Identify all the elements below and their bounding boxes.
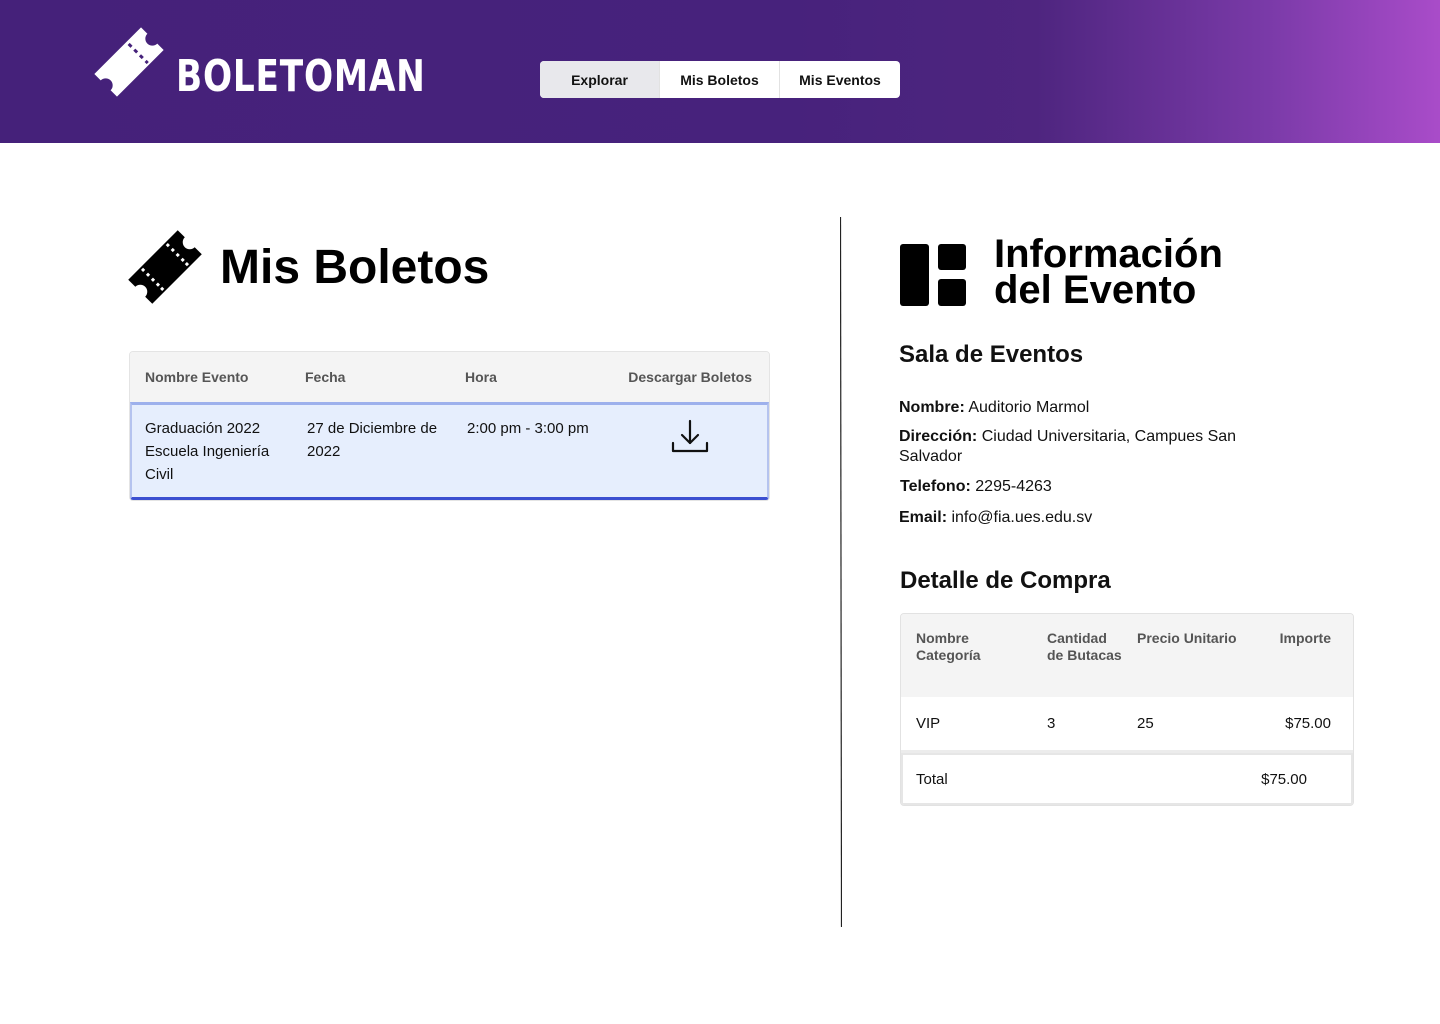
venue-heading: Sala de Eventos <box>899 341 1084 368</box>
event-info-title: Información del Evento <box>994 232 1223 312</box>
quantity-cell: 3 <box>1047 715 1056 732</box>
column-header: Importe <box>1279 630 1331 646</box>
ticket-icon <box>94 27 164 97</box>
download-cell <box>592 405 767 497</box>
column-header: Nombre Categoría <box>916 630 981 663</box>
total-label: Total <box>916 770 948 788</box>
event-info-title-line1: Información <box>994 232 1223 276</box>
table-row: VIP 3 25 $75.00 <box>901 697 1353 753</box>
dashboard-icon <box>900 244 966 306</box>
column-header: Descargar Boletos <box>628 369 752 385</box>
time-cell: 2:00 pm - 3:00 pm <box>467 420 589 437</box>
event-name-cell: Graduación 2022 Escuela Ingeniería Civil <box>145 420 270 483</box>
table-header: Nombre Evento Fecha Hora Descargar Bolet… <box>130 352 769 402</box>
total-row: Total $75.00 <box>901 753 1353 805</box>
column-header: Hora <box>465 369 497 385</box>
venue-email-label: Email: <box>899 509 948 526</box>
table-header: Nombre Categoría Cantidad de Butacas Pre… <box>901 614 1353 697</box>
venue-address: Dirección: Ciudad Universitaria, Campues… <box>899 427 1279 467</box>
venue-phone: Telefono: 2295-4263 <box>900 477 1280 497</box>
tickets-table: Nombre Evento Fecha Hora Descargar Bolet… <box>129 351 770 501</box>
nav-explorar[interactable]: Explorar <box>540 61 660 98</box>
main-nav: Explorar Mis Boletos Mis Eventos <box>540 61 900 98</box>
venue-phone-value: 2295-4263 <box>975 478 1052 495</box>
purchase-table: Nombre Categoría Cantidad de Butacas Pre… <box>900 613 1354 806</box>
column-header: Cantidad de Butacas <box>1047 630 1122 663</box>
nav-mis-eventos[interactable]: Mis Eventos <box>780 61 900 98</box>
amount-cell: $75.00 <box>1285 715 1331 732</box>
unit-price-cell: 25 <box>1137 715 1154 732</box>
venue-name-label: Nombre: <box>899 399 965 416</box>
purchase-heading: Detalle de Compra <box>900 567 1111 594</box>
venue-email-value[interactable]: info@fia.ues.edu.sv <box>951 509 1092 526</box>
download-icon[interactable] <box>670 417 710 457</box>
venue-email: Email: info@fia.ues.edu.sv <box>899 508 1279 528</box>
venue-name: Nombre: Auditorio Marmol <box>899 398 1279 418</box>
column-header: Fecha <box>305 369 346 385</box>
top-header: BOLETOMAN Explorar Mis Boletos Mis Event… <box>0 0 1440 143</box>
nav-mis-boletos[interactable]: Mis Boletos <box>660 61 780 98</box>
category-cell: VIP <box>916 715 941 732</box>
page-title: Mis Boletos <box>220 241 490 294</box>
venue-address-label: Dirección: <box>899 428 978 445</box>
table-row[interactable]: Graduación 2022 Escuela Ingeniería Civil… <box>130 402 769 500</box>
ticket-icon <box>128 230 202 304</box>
date-cell: 27 de Diciembre de 2022 <box>307 420 438 460</box>
brand-logo[interactable]: BOLETOMAN <box>88 22 425 102</box>
venue-phone-label: Telefono: <box>900 478 971 495</box>
event-info-title-line2: del Evento <box>994 268 1197 312</box>
total-value: $75.00 <box>1261 770 1307 788</box>
column-header: Nombre Evento <box>145 369 249 385</box>
brand-name: BOLETOMAN <box>176 51 426 102</box>
column-header: Precio Unitario <box>1137 630 1237 646</box>
venue-name-value: Auditorio Marmol <box>968 399 1090 416</box>
column-divider <box>840 217 842 927</box>
